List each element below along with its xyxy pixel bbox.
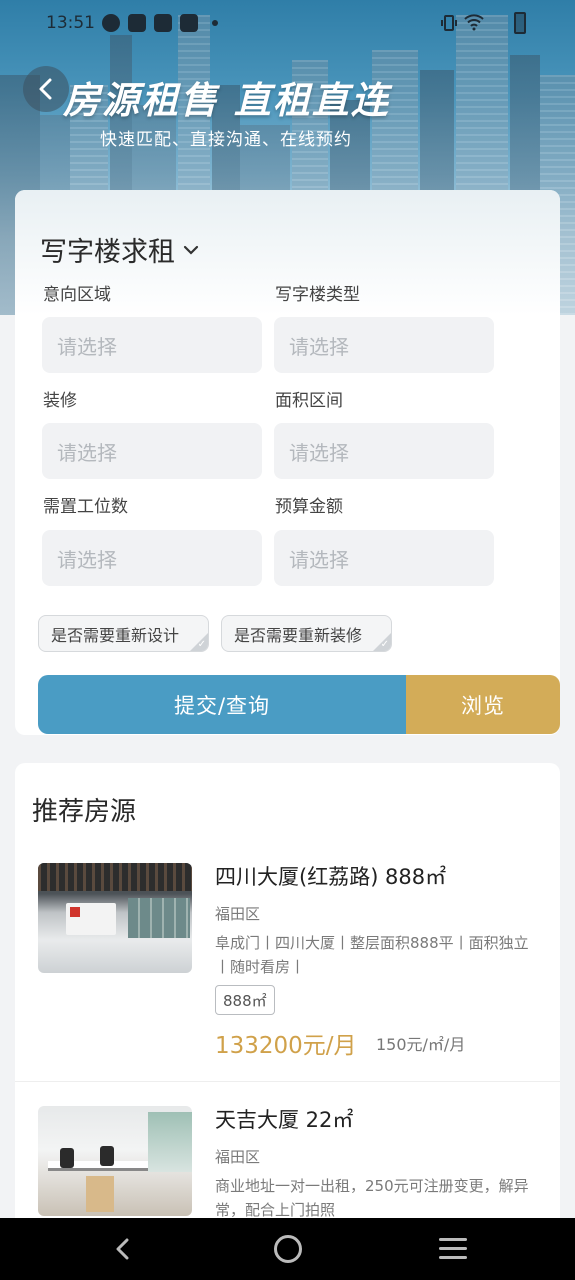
- area-label: 意向区域: [43, 285, 111, 305]
- listing-description: 阜成门丨四川大厦丨整层面积888平丨面积独立丨随时看房丨: [215, 934, 529, 976]
- listing-name: 天吉大厦 22㎡: [215, 1108, 354, 1132]
- shopping-bag-icon: [154, 14, 172, 32]
- area-range-select[interactable]: 请选择: [274, 423, 494, 479]
- recommend-card: 推荐房源 四川大厦(红荔路) 888㎡ 福田区 阜成门丨四川大厦丨整层面积888…: [15, 763, 560, 1233]
- redesign-toggle-label: 是否需要重新设计: [51, 625, 180, 645]
- redesign-toggle[interactable]: 是否需要重新设计 ✓: [38, 615, 209, 652]
- status-bar: 13:51: [0, 0, 575, 48]
- office-type-select[interactable]: 请选择: [274, 317, 494, 373]
- redecorate-toggle-label: 是否需要重新装修: [234, 625, 363, 645]
- hero-title: 房源租售 直租直连: [63, 79, 390, 122]
- workstation-select[interactable]: 请选择: [42, 530, 262, 586]
- notification-icon: [102, 14, 120, 32]
- browse-button[interactable]: 浏览: [406, 675, 560, 734]
- status-time: 13:51: [46, 13, 95, 33]
- shopping-bag-icon: [180, 14, 198, 32]
- listing-description: 商业地址一对一出租，250元可注册变更，解异常，配合上门拍照: [215, 1177, 529, 1219]
- vibrate-icon: [441, 15, 457, 31]
- wifi-icon: [464, 14, 484, 31]
- nav-back-icon[interactable]: [110, 1236, 136, 1262]
- chevron-down-icon: [183, 245, 199, 255]
- budget-select[interactable]: 请选择: [274, 530, 494, 586]
- workstation-label: 需置工位数: [43, 497, 128, 517]
- area-select[interactable]: 请选择: [42, 317, 262, 373]
- redecorate-toggle[interactable]: 是否需要重新装修 ✓: [221, 615, 392, 652]
- nav-menu-icon[interactable]: [439, 1238, 467, 1260]
- action-buttons: 提交/查询 浏览: [38, 675, 560, 734]
- more-notifications-icon: [212, 20, 218, 26]
- shopping-bag-icon: [128, 14, 146, 32]
- chevron-left-icon: [39, 78, 52, 100]
- recommend-title: 推荐房源: [32, 797, 137, 827]
- submit-button[interactable]: 提交/查询: [38, 675, 406, 734]
- hero-subtitle: 快速匹配、直接沟通、在线预约: [100, 130, 352, 150]
- nav-home-icon[interactable]: [274, 1235, 302, 1263]
- listing-photo: [38, 863, 192, 973]
- decoration-select[interactable]: 请选择: [42, 423, 262, 479]
- check-icon: ✓: [380, 639, 389, 650]
- area-range-label: 面积区间: [275, 391, 343, 411]
- form-title: 写字楼求租: [40, 237, 175, 268]
- listing-district: 福田区: [215, 1148, 261, 1166]
- divider: [15, 1081, 560, 1082]
- search-form-card: 写字楼求租 意向区域 请选择 写字楼类型 请选择 装修 请选择 面积区间 请选择…: [15, 190, 560, 735]
- listing-unit-price: 150元/㎡/月: [376, 1035, 466, 1054]
- budget-label: 预算金额: [275, 497, 343, 517]
- listing-name: 四川大厦(红荔路) 888㎡: [215, 865, 447, 889]
- listing-price: 133200元/月: [215, 1033, 357, 1059]
- decoration-label: 装修: [43, 391, 77, 411]
- office-type-label: 写字楼类型: [275, 285, 360, 305]
- system-nav-bar: [0, 1218, 575, 1280]
- listing-area-tag: 888㎡: [215, 985, 275, 1015]
- category-dropdown[interactable]: 写字楼求租: [40, 230, 199, 269]
- battery-icon: [514, 12, 526, 34]
- check-icon: ✓: [197, 639, 206, 650]
- listing-district: 福田区: [215, 905, 261, 923]
- listing-photo: [38, 1106, 192, 1216]
